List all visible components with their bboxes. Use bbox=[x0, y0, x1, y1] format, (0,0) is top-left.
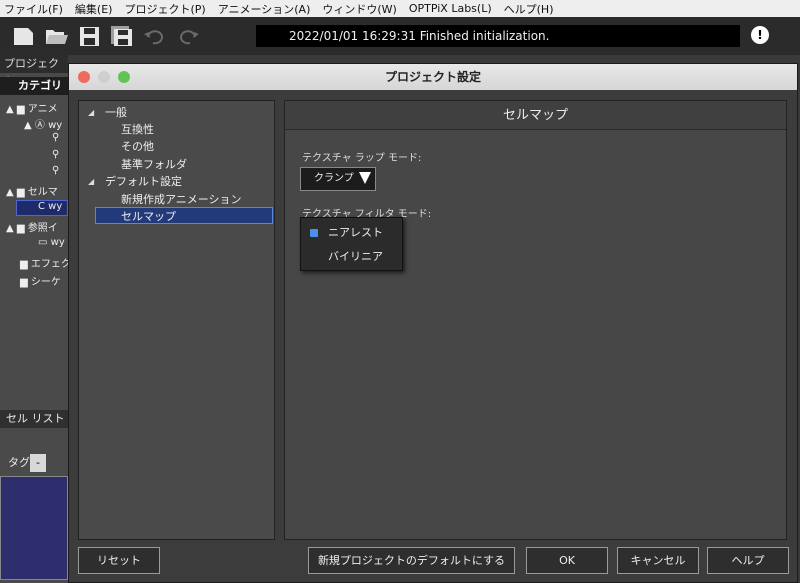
expand-arrow-icon[interactable]: ◢ bbox=[88, 104, 94, 121]
project-panel-title: プロジェクト bbox=[0, 55, 68, 88]
tree-label: デフォルト設定 bbox=[105, 175, 182, 188]
minimize-window-icon[interactable] bbox=[98, 71, 110, 83]
filter-option-bilinear[interactable]: バイリニア bbox=[301, 245, 402, 269]
tree-label: 一般 bbox=[105, 106, 127, 119]
menu-help[interactable]: ヘルプ(H) bbox=[504, 1, 554, 17]
tree-item-cellmap[interactable]: セルマップ bbox=[95, 207, 273, 224]
tag-remove-button[interactable]: - bbox=[30, 454, 46, 472]
tree-folder-sequence[interactable]: ▆ シーケ bbox=[20, 273, 61, 288]
alert-icon[interactable]: ! bbox=[751, 26, 769, 44]
reset-button[interactable]: リセット bbox=[78, 547, 160, 574]
panel-title: セルマップ bbox=[285, 101, 786, 130]
folder-icon: ▆ bbox=[16, 223, 25, 234]
folder-icon: ▆ bbox=[16, 187, 25, 198]
tree-folder-reference[interactable]: ▲ ▆ 参照イ bbox=[6, 219, 58, 234]
tree-label: wy bbox=[48, 201, 63, 212]
tree-folder-animation[interactable]: ▲ ▆ アニメ bbox=[6, 100, 58, 115]
settings-tree: ◢ 一般 互換性 その他 基準フォルダ ◢ デフォルト設定 新規作成アニメーション … bbox=[78, 100, 275, 540]
new-file-icon[interactable] bbox=[12, 25, 36, 47]
tree-label: エフェク bbox=[30, 259, 71, 270]
menu-bar: ファイル(F) 編集(E) プロジェクト(P) アニメーション(A) ウィンドウ… bbox=[0, 0, 800, 17]
open-folder-icon[interactable] bbox=[45, 25, 69, 47]
filter-mode-dropdown: ニアレスト バイリニア bbox=[300, 217, 403, 271]
tree-item-new-animation[interactable]: 新規作成アニメーション bbox=[79, 191, 274, 208]
dialog-title: プロジェクト設定 bbox=[384, 70, 481, 84]
tree-label: その他 bbox=[121, 140, 154, 153]
tree-folder-cellmap[interactable]: ▲ ▆ セルマ bbox=[6, 183, 58, 198]
cellmap-settings-panel: セルマップ テクスチャ ラップ モード: クランプ テクスチャ フィルタ モード… bbox=[284, 100, 787, 540]
c-icon: C bbox=[38, 201, 45, 212]
dropdown-arrow-icon bbox=[359, 172, 371, 184]
folder-icon: ▆ bbox=[20, 277, 28, 288]
zoom-window-icon[interactable] bbox=[118, 71, 130, 83]
tree-item-other[interactable]: その他 bbox=[79, 138, 274, 155]
tree-item-reference-wy[interactable]: ▭ wy bbox=[38, 237, 65, 248]
ok-button[interactable]: OK bbox=[526, 547, 608, 574]
menu-animation[interactable]: アニメーション(A) bbox=[218, 1, 311, 17]
cell-list-title: セル リスト bbox=[0, 410, 68, 428]
project-panel: プロジェクト カテゴリ ▲ ▆ アニメ ▲ Ⓐ wy ⚲ ⚲ ⚲ ▲ ▆ セルマ… bbox=[0, 55, 71, 583]
wrap-mode-label: テクスチャ ラップ モード: bbox=[302, 153, 422, 164]
menu-optpix-labs[interactable]: OPTPiX Labs(L) bbox=[409, 2, 492, 15]
project-settings-dialog: プロジェクト設定 ◢ 一般 互換性 その他 基準フォルダ ◢ デフォルト設定 新規作… bbox=[68, 63, 798, 583]
option-label: ニアレスト bbox=[328, 226, 383, 239]
tree-item-general[interactable]: ◢ 一般 bbox=[79, 104, 274, 121]
document-icon: ▭ bbox=[38, 237, 48, 248]
help-button[interactable]: ヘルプ bbox=[707, 547, 789, 574]
redo-icon[interactable] bbox=[176, 25, 200, 47]
running-figure-icon: ⚲ bbox=[52, 165, 60, 176]
folder-icon: ▆ bbox=[16, 104, 25, 115]
filter-option-nearest[interactable]: ニアレスト bbox=[301, 221, 402, 245]
dialog-titlebar: プロジェクト設定 bbox=[69, 64, 797, 90]
folder-icon: ▆ bbox=[20, 259, 28, 270]
running-figure-icon: ⚲ bbox=[52, 149, 60, 160]
tree-label: 新規作成アニメーション bbox=[121, 193, 242, 206]
tree-item-base-folder[interactable]: 基準フォルダ bbox=[79, 156, 274, 173]
tab-category[interactable]: カテゴリ bbox=[0, 77, 68, 95]
make-default-button[interactable]: 新規プロジェクトのデフォルトにする bbox=[308, 547, 515, 574]
tree-item-default-settings[interactable]: ◢ デフォルト設定 bbox=[79, 173, 274, 190]
tree-label: 互換性 bbox=[121, 123, 154, 136]
tree-label: シーケ bbox=[30, 277, 61, 288]
option-label: バイリニア bbox=[328, 250, 383, 263]
close-window-icon[interactable] bbox=[78, 71, 90, 83]
tree-label: wy bbox=[48, 120, 63, 131]
tree-item-cellmap-wy[interactable]: C wy bbox=[38, 201, 62, 212]
expand-arrow-icon[interactable]: ◢ bbox=[88, 173, 94, 190]
tree-label: アニメ bbox=[27, 104, 58, 115]
status-message: 2022/01/01 16:29:31 Finished initializat… bbox=[256, 25, 740, 47]
tree-label: 基準フォルダ bbox=[121, 158, 187, 171]
menu-window[interactable]: ウィンドウ(W) bbox=[322, 1, 396, 17]
tree-folder-effect[interactable]: ▆ エフェク bbox=[20, 255, 71, 270]
checkmark-icon bbox=[310, 229, 318, 237]
tree-label: wy bbox=[50, 237, 65, 248]
undo-icon[interactable] bbox=[143, 25, 167, 47]
save-all-icon[interactable] bbox=[110, 25, 134, 47]
save-icon[interactable] bbox=[78, 25, 102, 47]
menu-project[interactable]: プロジェクト(P) bbox=[124, 1, 205, 17]
wrap-mode-value: クランプ bbox=[314, 173, 354, 184]
cell-preview bbox=[0, 476, 68, 580]
menu-edit[interactable]: 編集(E) bbox=[75, 1, 113, 17]
tree-label: セルマップ bbox=[121, 210, 176, 223]
menu-file[interactable]: ファイル(F) bbox=[4, 1, 63, 17]
a-icon: Ⓐ bbox=[34, 120, 45, 131]
cancel-button[interactable]: キャンセル bbox=[617, 547, 699, 574]
wrap-mode-select[interactable]: クランプ bbox=[300, 167, 376, 191]
tree-item-wy[interactable]: ▲ Ⓐ wy bbox=[24, 116, 62, 131]
tree-item-compat[interactable]: 互換性 bbox=[79, 121, 274, 138]
tree-label: 参照イ bbox=[27, 223, 58, 234]
figure-icon: ⚲ bbox=[52, 132, 60, 143]
tree-label: セルマ bbox=[27, 187, 58, 198]
